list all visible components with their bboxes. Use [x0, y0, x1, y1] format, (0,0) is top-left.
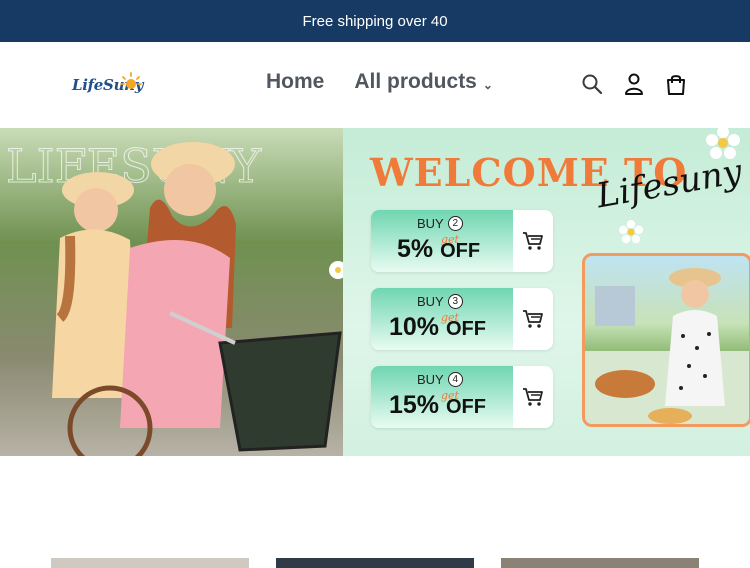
hero-banner[interactable]: LIFESUNY WELCOME TO Lifesuny BUY 2 get 5…: [0, 128, 750, 456]
coupon-buy-line: BUY 3: [417, 294, 463, 309]
picnic-photo-illustration: [585, 268, 749, 424]
coupon-buy-line: BUY 2: [417, 216, 463, 231]
coupon-buy-4[interactable]: BUY 4 get 15% OFF: [371, 366, 553, 428]
coupon-buy-label: BUY: [417, 294, 444, 309]
coupon-discount: 10% OFF: [389, 313, 486, 342]
search-button[interactable]: [580, 72, 604, 96]
coupon-qty: 2: [447, 216, 463, 231]
main-nav: Home All products ⌄: [266, 70, 493, 94]
coupon-percent: 5%: [397, 235, 434, 263]
coupon-percent: 10%: [389, 313, 440, 341]
cart-icon: [667, 75, 685, 95]
coupon-discount: 15% OFF: [389, 391, 486, 420]
hero-side-photo: [582, 253, 750, 427]
shopping-cart-icon: [523, 310, 543, 328]
search-icon: [582, 74, 603, 95]
nav-all-products-label: All products: [354, 70, 477, 93]
coupon-buy-label: BUY: [417, 216, 444, 231]
coupon-discount: 5% OFF: [397, 235, 480, 264]
coupon-qty: 3: [447, 294, 463, 309]
coupon-buy-3[interactable]: BUY 3 get 10% OFF: [371, 288, 553, 350]
shopping-cart-icon: [523, 388, 543, 406]
coupon-off: OFF: [440, 240, 481, 262]
coupon-cart[interactable]: [513, 288, 553, 350]
coupon-cart[interactable]: [513, 210, 553, 272]
chevron-down-icon: ⌄: [482, 78, 493, 92]
announcement-text: Free shipping over 40: [302, 12, 448, 30]
coupon-buy-line: BUY 4: [417, 372, 463, 387]
daisy-decoration: [706, 128, 740, 159]
shopping-cart-icon: [523, 232, 543, 250]
coupon-off: OFF: [446, 318, 486, 340]
sun-icon: [120, 72, 142, 89]
content-section: [0, 456, 750, 568]
site-header: LifeSuny Home All products ⌄: [0, 42, 750, 128]
header-icons: [580, 72, 688, 96]
hero-photo-illustration: LIFESUNY: [0, 128, 347, 456]
coupon-buy-2[interactable]: BUY 2 get 5% OFF: [371, 210, 553, 272]
coupon-buy-label: BUY: [417, 372, 444, 387]
nav-home[interactable]: Home: [266, 70, 324, 94]
nav-home-label: Home: [266, 70, 325, 93]
daisy-decoration: [619, 220, 643, 244]
coupon-qty: 4: [447, 372, 463, 387]
product-thumbnail[interactable]: [276, 558, 474, 568]
account-icon: [625, 73, 643, 95]
announcement-bar: Free shipping over 40: [0, 0, 750, 42]
product-thumbnail[interactable]: [501, 558, 699, 568]
logo[interactable]: LifeSuny: [72, 68, 144, 102]
product-thumbnail[interactable]: [51, 558, 249, 568]
coupon-off: OFF: [446, 396, 486, 418]
nav-all-products[interactable]: All products ⌄: [354, 70, 493, 94]
cart-button[interactable]: [664, 72, 688, 96]
coupon-cart[interactable]: [513, 366, 553, 428]
coupon-percent: 15%: [389, 391, 440, 419]
hero-photo: LIFESUNY: [0, 128, 347, 456]
account-button[interactable]: [622, 72, 646, 96]
